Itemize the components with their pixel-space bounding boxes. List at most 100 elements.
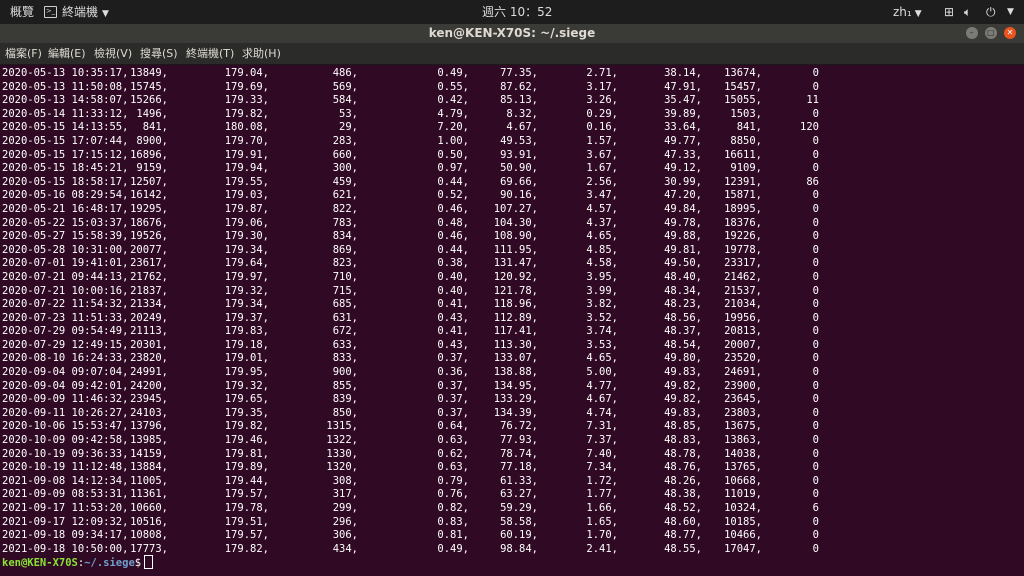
value-cell: 179.32,	[224, 284, 269, 297]
value-cell: 13985,	[130, 434, 168, 447]
clock[interactable]: 週六 10：52	[482, 0, 552, 24]
value-cell: 179.34,	[224, 298, 269, 311]
minimize-button[interactable]: –	[965, 27, 978, 39]
value-cell: 621,	[332, 189, 358, 202]
value-cell: 21462,	[724, 270, 762, 283]
timestamp-cell: 2020-09-04 09:07:04,	[2, 366, 129, 379]
value-cell: 60.19,	[500, 529, 538, 542]
menu-help[interactable]: 求助(H)	[242, 43, 281, 64]
value-cell: 685,	[332, 298, 358, 311]
value-cell: 0	[812, 352, 819, 365]
menu-view[interactable]: 檢視(V)	[94, 43, 132, 64]
terminal-line: 2020-07-29 09:54:49, 21113, 179.83, 672, 0.4…	[2, 325, 1024, 339]
value-cell: 783,	[332, 216, 358, 229]
value-cell: 1322,	[326, 434, 358, 447]
menu-edit[interactable]: 編輯(E)	[48, 43, 86, 64]
value-cell: 4.37,	[586, 216, 618, 229]
value-cell: 850,	[332, 406, 358, 419]
prompt-dollar: $	[134, 557, 142, 570]
value-cell: 9109,	[730, 162, 762, 175]
terminal-line: 2020-07-29 12:49:15, 20301, 179.18, 633, 0.4…	[2, 339, 1024, 353]
timestamp-cell: 2020-09-09 11:46:32,	[2, 393, 129, 406]
value-cell: 0	[812, 338, 819, 351]
value-cell: 76.72,	[500, 420, 538, 433]
value-cell: 15266,	[130, 94, 168, 107]
value-cell: 49.83,	[664, 366, 702, 379]
value-cell: 4.57,	[586, 202, 618, 215]
timestamp-cell: 2021-09-08 14:12:34,	[2, 474, 129, 487]
value-cell: 179.81,	[224, 447, 269, 460]
power-icon[interactable]: ⏻	[986, 0, 996, 24]
value-cell: 179.55,	[224, 175, 269, 188]
window-title-bar[interactable]: ken@KEN-X70S: ~/.siege – □ ✕	[0, 24, 1024, 43]
value-cell: 112.89,	[493, 311, 538, 324]
terminal-line: 2020-05-15 18:58:17, 12507, 179.55, 459, 0.4…	[2, 176, 1024, 190]
timestamp-cell: 2020-05-13 14:58:07,	[2, 94, 129, 107]
value-cell: 1.67,	[586, 162, 618, 175]
value-cell: 20249,	[130, 311, 168, 324]
menu-file[interactable]: 檔案(F)	[5, 43, 42, 64]
value-cell: 63.27,	[500, 488, 538, 501]
terminal-output[interactable]: 2020-05-13 10:35:17, 13849, 179.04, 486, 0.4…	[0, 65, 1024, 576]
value-cell: 0.81,	[437, 529, 469, 542]
value-cell: 0.43,	[437, 311, 469, 324]
value-cell: 0	[812, 529, 819, 542]
value-cell: 1503,	[730, 107, 762, 120]
system-menu-caret-icon[interactable]: ▼	[1007, 0, 1014, 24]
value-cell: 47.33,	[664, 148, 702, 161]
value-cell: 0.64,	[437, 420, 469, 433]
menu-terminal[interactable]: 終端機(T)	[186, 43, 234, 64]
value-cell: 33.64,	[664, 121, 702, 134]
timestamp-cell: 2020-05-16 08:29:54,	[2, 189, 129, 202]
value-cell: 53,	[339, 107, 358, 120]
terminal-line: 2020-09-04 09:42:01, 24200, 179.32, 855, 0.3…	[2, 380, 1024, 394]
value-cell: 179.51,	[224, 515, 269, 528]
value-cell: 0.43,	[437, 338, 469, 351]
value-cell: 0	[812, 474, 819, 487]
value-cell: 10324,	[724, 502, 762, 514]
menu-search[interactable]: 搜尋(S)	[140, 43, 178, 64]
value-cell: 179.94,	[224, 162, 269, 175]
value-cell: 0	[812, 393, 819, 406]
value-cell: 1315,	[326, 420, 358, 433]
input-method-button[interactable]: zh₁ ▼	[893, 0, 922, 24]
value-cell: 9159,	[136, 162, 168, 175]
value-cell: 10516,	[130, 515, 168, 528]
timestamp-cell: 2020-05-28 10:31:00,	[2, 243, 129, 256]
shell-prompt[interactable]: ken@KEN-X70S:~/.siege$	[2, 555, 1024, 570]
value-cell: 35.47,	[664, 94, 702, 107]
terminal-line: 2020-05-15 18:45:21, 9159, 179.94, 300, 0.97…	[2, 162, 1024, 176]
value-cell: 0	[812, 434, 819, 447]
value-cell: 0	[812, 366, 819, 379]
value-cell: 29,	[339, 121, 358, 134]
value-cell: 48.77,	[664, 529, 702, 542]
value-cell: 10185,	[724, 515, 762, 528]
timestamp-cell: 2021-09-17 12:09:32,	[2, 515, 129, 528]
timestamp-cell: 2020-05-13 10:35:17,	[2, 67, 129, 79]
value-cell: 4.74,	[586, 406, 618, 419]
value-cell: 179.87,	[224, 202, 269, 215]
value-cell: 21837,	[130, 284, 168, 297]
terminal-line: 2021-09-17 11:53:20, 10660, 179.78, 299, 0.8…	[2, 502, 1024, 516]
value-cell: 0.83,	[437, 515, 469, 528]
value-cell: 0	[812, 67, 819, 79]
window-controls: – □ ✕	[963, 27, 1016, 40]
value-cell: 13796,	[130, 420, 168, 433]
terminal-line: 2020-05-16 08:29:54, 16142, 179.03, 621, 0.5…	[2, 189, 1024, 203]
activities-button[interactable]: 概覽	[10, 0, 34, 24]
terminal-line: 2020-05-13 10:35:17, 13849, 179.04, 486, 0.4…	[2, 67, 1024, 81]
value-cell: 113.30,	[493, 338, 538, 351]
network-icon[interactable]: ⊞	[944, 0, 954, 24]
maximize-button[interactable]: □	[984, 27, 997, 39]
value-cell: 49.81,	[664, 243, 702, 256]
value-cell: 1.57,	[586, 134, 618, 147]
close-button[interactable]: ✕	[1004, 27, 1016, 39]
value-cell: 8.32,	[506, 107, 538, 120]
app-menu-button[interactable]: >_ 終端機 ▼	[44, 0, 109, 24]
volume-icon[interactable]: 🔈︎	[964, 0, 971, 24]
value-cell: 77.93,	[500, 434, 538, 447]
terminal-line: 2021-09-09 08:53:31, 11361, 179.57, 317, 0.7…	[2, 488, 1024, 502]
timestamp-cell: 2020-05-15 17:15:12,	[2, 148, 129, 161]
value-cell: 16611,	[724, 148, 762, 161]
terminal-line: 2020-10-09 09:42:58, 13985, 179.46, 1322, 0.…	[2, 434, 1024, 448]
